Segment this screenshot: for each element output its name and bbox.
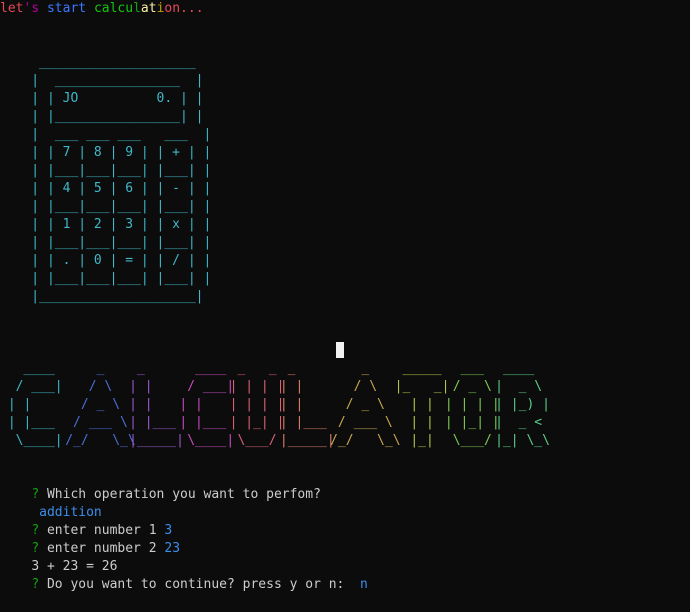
banner-letter-l: _ | | | | | |___ |_____| bbox=[129, 361, 184, 448]
intro-char bbox=[39, 1, 47, 16]
calculator-ascii-art: ____________________ | ________________ … bbox=[31, 55, 212, 304]
intro-char: t bbox=[54, 1, 63, 16]
terminal-window[interactable]: let's start calculation... _____________… bbox=[0, 0, 690, 592]
banner-letter-o: ___ / _ \ | | | | | |_| | \___/ bbox=[444, 361, 500, 448]
calculator-banner-ascii: ____ / ___| | | | |___ \____| _ / \ / _ … bbox=[0, 360, 690, 450]
intro-char: s bbox=[46, 1, 55, 16]
intro-char: n bbox=[172, 1, 181, 16]
banner-letter-u: _ _ | | | | | | | | | |_| | \___/ bbox=[229, 361, 285, 448]
intro-char: . bbox=[195, 1, 204, 16]
intro-char: c bbox=[93, 1, 102, 16]
intro-char: l bbox=[133, 1, 141, 16]
answer-number-2: 23 bbox=[164, 541, 181, 556]
banner-letter-a: _ / \ / _ \ / ___ \ /_/ \_\ bbox=[65, 361, 136, 448]
banner-letter-c: ____ / ___| | | | |___ \____| bbox=[179, 361, 235, 448]
prompt-line-operation: ? Which operation you want to perfom? bbox=[0, 468, 321, 502]
answer-line-operation: addition bbox=[0, 486, 102, 520]
intro-char: a bbox=[140, 1, 149, 16]
prompt-line-number-1: ? enter number 1 3 bbox=[0, 504, 172, 538]
banner-letter-l: _ | | | | | |___ |_____| bbox=[279, 361, 335, 448]
intro-char: . bbox=[180, 1, 188, 16]
intro-text: let's start calculation... bbox=[0, 0, 204, 18]
intro-char: e bbox=[7, 1, 16, 16]
intro-char: l bbox=[0, 1, 8, 16]
intro-char: t bbox=[78, 1, 87, 16]
text-cursor bbox=[336, 342, 344, 358]
intro-char: . bbox=[187, 1, 196, 16]
result-line: 3 + 23 = 26 bbox=[0, 540, 117, 574]
banner-letter-t: _____ |_ _| | | | | |_| bbox=[394, 361, 450, 448]
intro-char: t bbox=[148, 1, 157, 16]
prompt-line-continue[interactable]: ? Do you want to continue? press y or n:… bbox=[0, 558, 368, 592]
banner-letter-r: ____ | _ \ | |_) | | _ < |_| \_\ bbox=[495, 361, 550, 448]
intro-char: u bbox=[125, 1, 134, 16]
intro-char: s bbox=[31, 1, 40, 16]
intro-char: a bbox=[101, 1, 110, 16]
banner-letter-c: ____ / ___| | | | |___ \____| bbox=[7, 361, 63, 448]
banner-letter-a: _ / \ / _ \ / ___ \ /_/ \_\ bbox=[330, 361, 401, 448]
intro-char bbox=[86, 1, 94, 16]
prompt-line-number-2: ? enter number 2 23 bbox=[0, 522, 180, 556]
